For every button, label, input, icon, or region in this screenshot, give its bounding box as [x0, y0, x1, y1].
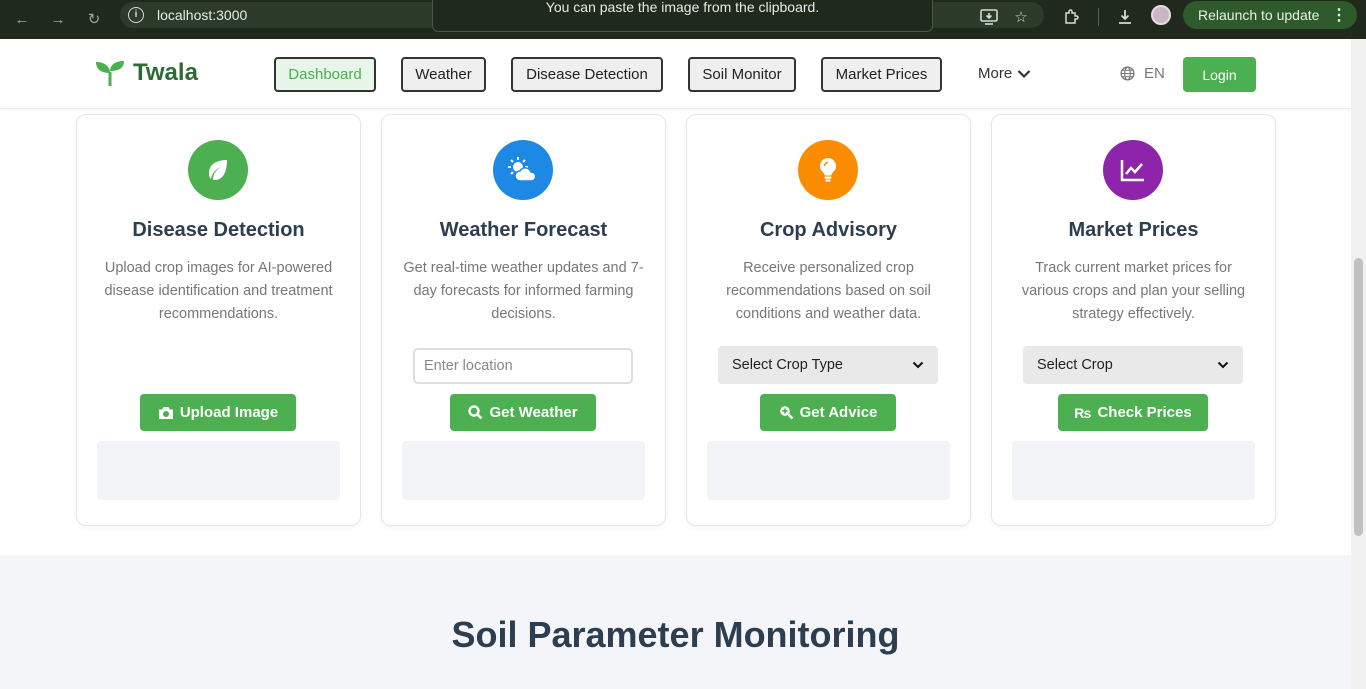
- card-title: Disease Detection: [132, 219, 305, 241]
- search-plus-icon: [779, 406, 794, 420]
- get-advice-button[interactable]: Get Advice: [760, 394, 896, 431]
- get-weather-button[interactable]: Get Weather: [450, 394, 596, 431]
- back-icon[interactable]: ←: [9, 6, 35, 32]
- search-icon: [468, 405, 483, 420]
- crop-type-select[interactable]: Select Crop Type: [718, 346, 938, 384]
- location-input[interactable]: Enter location: [413, 348, 633, 384]
- brand-name: Twala: [133, 59, 198, 86]
- advice-result-area: [707, 441, 950, 500]
- get-advice-label: Get Advice: [799, 404, 878, 421]
- reload-icon[interactable]: ↻: [81, 6, 107, 32]
- card-weather-forecast: Weather Forecast Get real-time weather u…: [381, 114, 666, 526]
- card-title: Market Prices: [1068, 219, 1199, 241]
- rupee-icon: ₨: [1074, 404, 1092, 421]
- get-weather-label: Get Weather: [489, 404, 578, 421]
- card-title: Weather Forecast: [439, 219, 608, 241]
- language-selector[interactable]: EN: [1120, 65, 1165, 82]
- chevron-down-icon: [912, 361, 924, 369]
- scrollbar-thumb[interactable]: [1354, 258, 1363, 536]
- bookmark-star-icon[interactable]: ☆: [1010, 6, 1032, 28]
- clipboard-toast: You can paste the image from the clipboa…: [432, 0, 933, 32]
- card-market-prices: Market Prices Track current market price…: [991, 114, 1276, 526]
- sprout-icon: [96, 61, 124, 86]
- language-code: EN: [1144, 65, 1165, 82]
- card-disease-detection: Disease Detection Upload crop images for…: [76, 114, 361, 526]
- disease-result-area: [97, 441, 340, 500]
- forward-icon[interactable]: →: [45, 6, 71, 32]
- camera-icon: [158, 406, 173, 419]
- nav-weather[interactable]: Weather: [401, 57, 486, 92]
- upload-image-label: Upload Image: [179, 404, 279, 421]
- card-title: Crop Advisory: [759, 219, 898, 241]
- section-title: Soil Parameter Monitoring: [451, 614, 900, 655]
- crop-value: Select Crop: [1037, 357, 1113, 373]
- more-label: More: [978, 65, 1013, 82]
- upload-image-button[interactable]: Upload Image: [140, 394, 296, 431]
- crop-select[interactable]: Select Crop: [1023, 346, 1243, 384]
- card-description: Upload crop images for AI-powered diseas…: [104, 260, 333, 322]
- download-icon[interactable]: [1114, 6, 1136, 28]
- chart-line-icon: [1103, 140, 1163, 200]
- sun-cloud-icon: [493, 140, 553, 200]
- chevron-down-icon: [1017, 69, 1031, 78]
- more-menu[interactable]: More: [978, 65, 1031, 82]
- soil-monitoring-section: Soil Parameter Monitoring: [0, 555, 1351, 689]
- lightbulb-icon: [798, 140, 858, 200]
- site-info-icon[interactable]: i: [128, 7, 144, 23]
- card-description: Get real-time weather updates and 7-day …: [403, 260, 644, 322]
- globe-icon: [1120, 66, 1135, 81]
- nav-soil-monitor[interactable]: Soil Monitor: [688, 57, 796, 92]
- leaf-icon: [188, 140, 248, 200]
- brand-logo[interactable]: Twala: [95, 59, 198, 87]
- check-prices-label: Check Prices: [1097, 404, 1192, 421]
- chevron-down-icon: [1217, 361, 1229, 369]
- profile-avatar[interactable]: [1151, 5, 1171, 25]
- kebab-menu-icon[interactable]: ⋮: [1331, 5, 1347, 25]
- page-scrollbar[interactable]: [1351, 39, 1366, 689]
- features-section: Disease Detection Upload crop images for…: [0, 109, 1351, 555]
- nav-market-prices[interactable]: Market Prices: [821, 57, 942, 92]
- card-description: Track current market prices for various …: [1021, 260, 1246, 322]
- nav-disease-detection[interactable]: Disease Detection: [511, 57, 663, 92]
- nav-dashboard[interactable]: Dashboard: [274, 57, 376, 92]
- url-text: localhost:3000: [157, 7, 248, 23]
- weather-result-area: [402, 441, 645, 500]
- relaunch-label: Relaunch to update: [1198, 7, 1320, 23]
- toolbar-divider: [1098, 8, 1099, 26]
- card-description: Receive personalized crop recommendation…: [726, 260, 931, 322]
- login-button[interactable]: Login: [1183, 57, 1256, 92]
- extensions-icon[interactable]: [1060, 6, 1082, 28]
- relaunch-button[interactable]: Relaunch to update ⋮: [1183, 1, 1357, 29]
- card-crop-advisory: Crop Advisory Receive personalized crop …: [686, 114, 971, 526]
- browser-toolbar: ← → ↻ i localhost:3000 You can paste the…: [0, 0, 1366, 39]
- crop-type-value: Select Crop Type: [732, 357, 843, 373]
- app-header: Twala Dashboard Weather Disease Detectio…: [0, 39, 1351, 109]
- prices-result-area: [1012, 441, 1255, 500]
- install-app-icon[interactable]: [978, 6, 1000, 28]
- check-prices-button[interactable]: ₨ Check Prices: [1058, 394, 1208, 431]
